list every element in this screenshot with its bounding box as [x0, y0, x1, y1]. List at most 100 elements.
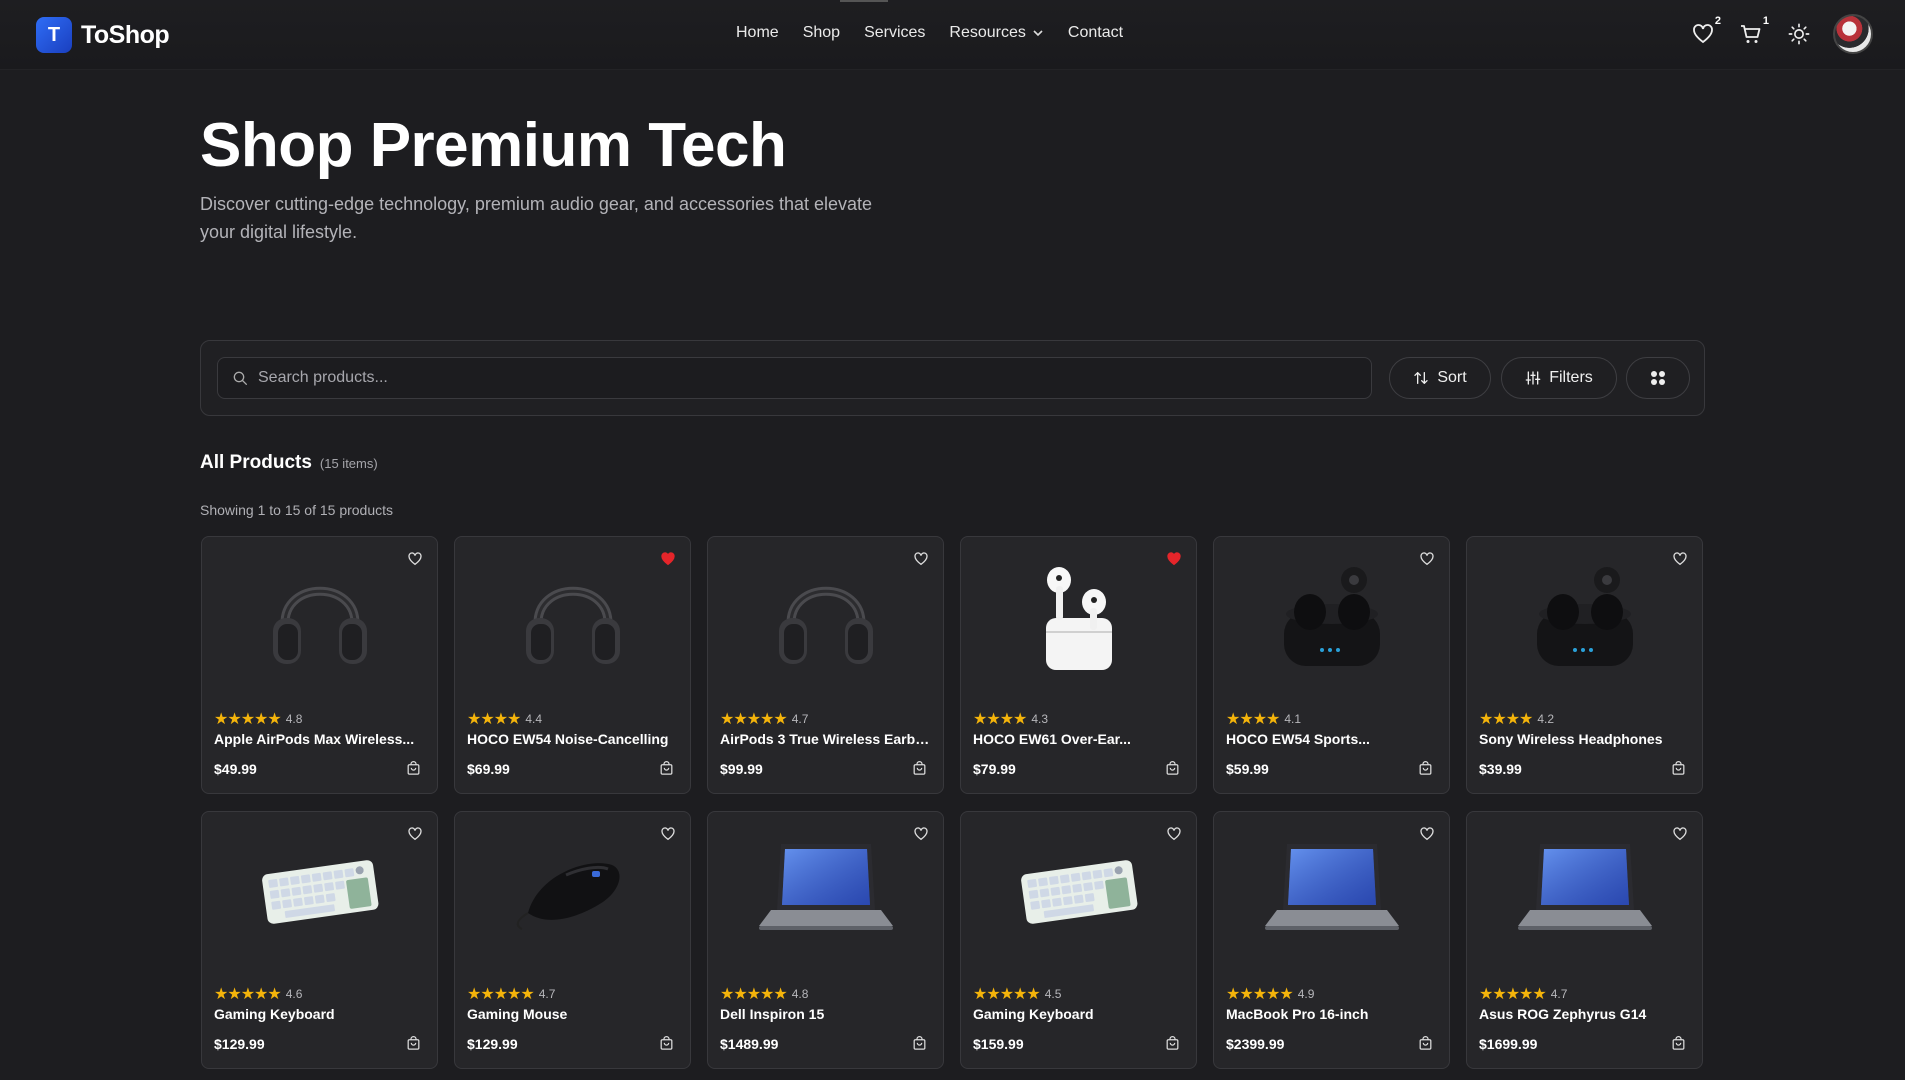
- product-rating: ★★★★★ 4.7: [720, 709, 808, 729]
- product-name[interactable]: Apple AirPods Max Wireless...: [214, 731, 426, 747]
- product-image[interactable]: [708, 812, 943, 972]
- user-avatar[interactable]: [1833, 14, 1873, 54]
- heart-icon: [661, 552, 675, 566]
- product-rating: ★★★★ 4.3: [973, 709, 1048, 729]
- product-image[interactable]: [1214, 812, 1449, 972]
- over-ear-headphones-icon: [761, 550, 891, 685]
- nav-home[interactable]: Home: [736, 24, 779, 42]
- product-image[interactable]: [1467, 812, 1702, 972]
- favorite-button[interactable]: [1162, 822, 1186, 846]
- favorite-button[interactable]: [909, 822, 933, 846]
- star-rating-icon: ★★★★★: [1226, 986, 1294, 1003]
- add-to-cart-button[interactable]: [1162, 758, 1182, 778]
- product-card[interactable]: ★★★★★ 4.5 Gaming Keyboard $159.99: [960, 811, 1197, 1069]
- favorite-button[interactable]: [403, 547, 427, 571]
- favorite-button[interactable]: [909, 547, 933, 571]
- favorite-button[interactable]: [403, 822, 427, 846]
- nav-contact[interactable]: Contact: [1068, 24, 1123, 42]
- grid-view-button[interactable]: [1626, 357, 1690, 399]
- product-rating: ★★★★★ 4.7: [1479, 984, 1567, 1004]
- product-name[interactable]: MacBook Pro 16-inch: [1226, 1006, 1438, 1022]
- favorite-button[interactable]: [1668, 822, 1692, 846]
- product-card[interactable]: ★★★★★ 4.7 AirPods 3 True Wireless Earbuds $…: [707, 536, 944, 794]
- product-price: $59.99: [1226, 761, 1269, 777]
- shopping-bag-icon: [913, 760, 925, 775]
- product-card[interactable]: ★★★★ 4.4 HOCO EW54 Noise-Cancelling $69.99: [454, 536, 691, 794]
- rating-value: 4.1: [1284, 712, 1302, 726]
- add-to-cart-button[interactable]: [1415, 758, 1435, 778]
- cart-icon: [1741, 25, 1761, 43]
- product-name[interactable]: Dell Inspiron 15: [720, 1006, 932, 1022]
- product-card[interactable]: ★★★★ 4.3 HOCO EW61 Over-Ear... $79.99: [960, 536, 1197, 794]
- product-card[interactable]: ★★★★★ 4.8 Dell Inspiron 15 $1489.99: [707, 811, 944, 1069]
- product-name[interactable]: Gaming Mouse: [467, 1006, 679, 1022]
- search-box[interactable]: [217, 357, 1372, 399]
- product-name[interactable]: Asus ROG Zephyrus G14: [1479, 1006, 1691, 1022]
- product-image[interactable]: [455, 812, 690, 972]
- add-to-cart-button[interactable]: [1162, 1033, 1182, 1053]
- rating-value: 4.2: [1537, 712, 1555, 726]
- product-card[interactable]: ★★★★★ 4.6 Gaming Keyboard $129.99: [201, 811, 438, 1069]
- favorite-button[interactable]: [656, 547, 680, 571]
- cart-button[interactable]: 1: [1737, 14, 1769, 54]
- product-name[interactable]: Sony Wireless Headphones: [1479, 731, 1691, 747]
- product-name[interactable]: HOCO EW54 Noise-Cancelling: [467, 731, 679, 747]
- add-to-cart-button[interactable]: [656, 1033, 676, 1053]
- sliders-icon: [1525, 371, 1541, 385]
- theme-toggle-button[interactable]: [1785, 14, 1813, 54]
- wishlist-button[interactable]: 2: [1689, 14, 1721, 54]
- star-rating-icon: ★★★★★: [720, 711, 788, 728]
- product-image[interactable]: [202, 812, 437, 972]
- logo[interactable]: T ToShop: [36, 17, 170, 53]
- nav-services[interactable]: Services: [864, 24, 925, 42]
- products-count: (15 items): [319, 456, 378, 471]
- product-name[interactable]: HOCO EW61 Over-Ear...: [973, 731, 1185, 747]
- laptop-icon: [1257, 830, 1407, 955]
- product-name[interactable]: HOCO EW54 Sports...: [1226, 731, 1438, 747]
- favorite-button[interactable]: [1415, 547, 1439, 571]
- add-to-cart-button[interactable]: [1668, 1033, 1688, 1053]
- sort-button[interactable]: Sort: [1389, 357, 1491, 399]
- add-to-cart-button[interactable]: [909, 758, 929, 778]
- add-to-cart-button[interactable]: [403, 758, 423, 778]
- product-image[interactable]: [708, 537, 943, 697]
- filters-button[interactable]: Filters: [1501, 357, 1617, 399]
- product-card[interactable]: ★★★★ 4.2 Sony Wireless Headphones $39.99: [1466, 536, 1703, 794]
- products-title: All Products: [200, 452, 312, 473]
- product-image[interactable]: [961, 537, 1196, 697]
- product-card[interactable]: ★★★★★ 4.9 MacBook Pro 16-inch $2399.99: [1213, 811, 1450, 1069]
- add-to-cart-button[interactable]: [656, 758, 676, 778]
- add-to-cart-button[interactable]: [1415, 1033, 1435, 1053]
- product-price: $79.99: [973, 761, 1016, 777]
- shopping-bag-icon: [913, 1035, 925, 1050]
- product-card[interactable]: ★★★★★ 4.7 Gaming Mouse $129.99: [454, 811, 691, 1069]
- product-image[interactable]: [1467, 537, 1702, 697]
- product-card[interactable]: ★★★★★ 4.7 Asus ROG Zephyrus G14 $1699.99: [1466, 811, 1703, 1069]
- favorite-button[interactable]: [1162, 547, 1186, 571]
- rating-value: 4.8: [791, 987, 809, 1001]
- product-name[interactable]: Gaming Keyboard: [214, 1006, 426, 1022]
- add-to-cart-button[interactable]: [1668, 758, 1688, 778]
- product-card[interactable]: ★★★★ 4.1 HOCO EW54 Sports... $59.99: [1213, 536, 1450, 794]
- product-card[interactable]: ★★★★★ 4.8 Apple AirPods Max Wireless... $49…: [201, 536, 438, 794]
- product-image[interactable]: [202, 537, 437, 697]
- add-to-cart-button[interactable]: [909, 1033, 929, 1053]
- product-image[interactable]: [961, 812, 1196, 972]
- favorite-button[interactable]: [1668, 547, 1692, 571]
- shopping-bag-icon: [1166, 1035, 1178, 1050]
- favorite-button[interactable]: [1415, 822, 1439, 846]
- product-name[interactable]: Gaming Keyboard: [973, 1006, 1185, 1022]
- favorite-button[interactable]: [656, 822, 680, 846]
- product-price: $39.99: [1479, 761, 1522, 777]
- sun-icon: [1788, 23, 1810, 45]
- heart-icon: [1167, 827, 1181, 841]
- search-input[interactable]: [258, 369, 1358, 387]
- nav-shop[interactable]: Shop: [803, 24, 840, 42]
- star-rating-icon: ★★★★★: [720, 986, 788, 1003]
- product-image[interactable]: [455, 537, 690, 697]
- product-image[interactable]: [1214, 537, 1449, 697]
- nav-resources[interactable]: Resources: [949, 24, 1043, 42]
- product-name[interactable]: AirPods 3 True Wireless Earbuds: [720, 731, 932, 747]
- shopping-bag-icon: [660, 760, 672, 775]
- add-to-cart-button[interactable]: [403, 1033, 423, 1053]
